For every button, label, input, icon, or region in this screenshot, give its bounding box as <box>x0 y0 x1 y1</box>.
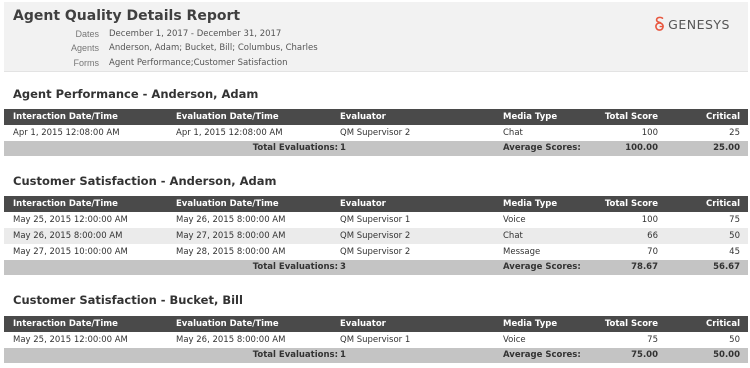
evaluation-datetime-cell: May 26, 2015 8:00:00 AM <box>176 335 286 345</box>
col-interaction-datetime[interactable]: Interaction Date/Time <box>13 316 118 332</box>
evaluator-cell: QM Supervisor 2 <box>340 247 411 257</box>
col-critical[interactable]: Critical <box>706 316 740 332</box>
interaction-datetime-cell: May 25, 2015 12:00:00 AM <box>13 215 128 225</box>
total-score-cell: 75 <box>647 335 658 345</box>
evaluations-table: Interaction Date/Time Evaluation Date/Ti… <box>4 316 748 363</box>
col-total-score[interactable]: Total Score <box>605 196 658 212</box>
critical-cell: 25 <box>729 128 740 138</box>
table-row: Apr 1, 2015 12:08:00 AM Apr 1, 2015 12:0… <box>4 125 748 141</box>
agents-value: Anderson, Adam; Bucket, Bill; Columbus, … <box>109 43 318 53</box>
total-evaluations-label: Total Evaluations: <box>252 143 338 153</box>
report-title: Agent Quality Details Report <box>13 8 241 24</box>
col-critical[interactable]: Critical <box>706 109 740 125</box>
table-footer: Total Evaluations: 3 Average Scores: 78.… <box>4 260 748 275</box>
average-total-score: 75.00 <box>631 350 658 360</box>
evaluation-datetime-cell: May 27, 2015 8:00:00 AM <box>176 231 286 241</box>
forms-label: Forms <box>73 58 100 68</box>
evaluator-cell: QM Supervisor 1 <box>340 335 411 345</box>
col-evaluator[interactable]: Evaluator <box>340 109 386 125</box>
total-score-cell: 70 <box>647 247 658 257</box>
total-evaluations-label: Total Evaluations: <box>252 262 338 272</box>
table-row: May 25, 2015 12:00:00 AM May 26, 2015 8:… <box>4 212 748 228</box>
table-footer: Total Evaluations: 1 Average Scores: 75.… <box>4 348 748 363</box>
media-type-cell: Chat <box>503 231 523 241</box>
table-row: May 27, 2015 10:00:00 AM May 28, 2015 8:… <box>4 244 748 260</box>
evaluator-cell: QM Supervisor 2 <box>340 231 411 241</box>
interaction-datetime-cell: May 26, 2015 8:00:00 AM <box>13 231 123 241</box>
average-critical: 50.00 <box>713 350 740 360</box>
average-total-score: 100.00 <box>625 143 658 153</box>
critical-cell: 75 <box>729 215 740 225</box>
evaluator-cell: QM Supervisor 2 <box>340 128 411 138</box>
media-type-cell: Chat <box>503 128 523 138</box>
col-evaluation-datetime[interactable]: Evaluation Date/Time <box>176 109 279 125</box>
evaluation-datetime-cell: May 26, 2015 8:00:00 AM <box>176 215 286 225</box>
genesys-logo: GENESYS <box>654 16 730 32</box>
section-title: Agent Performance - Anderson, Adam <box>13 87 259 101</box>
total-score-cell: 66 <box>647 231 658 241</box>
col-interaction-datetime[interactable]: Interaction Date/Time <box>13 109 118 125</box>
interaction-datetime-cell: May 27, 2015 10:00:00 AM <box>13 247 128 257</box>
total-evaluations-value: 1 <box>340 143 346 153</box>
media-type-cell: Voice <box>503 335 526 345</box>
interaction-datetime-cell: May 25, 2015 12:00:00 AM <box>13 335 128 345</box>
evaluation-datetime-cell: Apr 1, 2015 12:08:00 AM <box>176 128 283 138</box>
media-type-cell: Message <box>503 247 541 257</box>
average-critical: 25.00 <box>713 143 740 153</box>
critical-cell: 50 <box>729 231 740 241</box>
critical-cell: 50 <box>729 335 740 345</box>
genesys-logo-icon <box>655 16 665 31</box>
table-header: Interaction Date/Time Evaluation Date/Ti… <box>4 196 748 212</box>
critical-cell: 45 <box>729 247 740 257</box>
average-scores-label: Average Scores: <box>503 262 581 272</box>
col-evaluation-datetime[interactable]: Evaluation Date/Time <box>176 316 279 332</box>
genesys-logo-text: GENESYS <box>668 16 730 32</box>
table-row: May 25, 2015 12:00:00 AM May 26, 2015 8:… <box>4 332 748 348</box>
table-header: Interaction Date/Time Evaluation Date/Ti… <box>4 316 748 332</box>
col-total-score[interactable]: Total Score <box>605 316 658 332</box>
total-evaluations-value: 1 <box>340 350 346 360</box>
col-media-type[interactable]: Media Type <box>503 316 557 332</box>
col-total-score[interactable]: Total Score <box>605 109 658 125</box>
total-evaluations-value: 3 <box>340 262 346 272</box>
col-evaluator[interactable]: Evaluator <box>340 196 386 212</box>
col-interaction-datetime[interactable]: Interaction Date/Time <box>13 196 118 212</box>
media-type-cell: Voice <box>503 215 526 225</box>
average-scores-label: Average Scores: <box>503 350 581 360</box>
total-score-cell: 100 <box>641 215 658 225</box>
forms-value: Agent Performance;Customer Satisfaction <box>109 58 288 68</box>
evaluation-datetime-cell: May 28, 2015 8:00:00 AM <box>176 247 286 257</box>
section-title: Customer Satisfaction - Bucket, Bill <box>13 293 243 307</box>
col-evaluator[interactable]: Evaluator <box>340 316 386 332</box>
evaluator-cell: QM Supervisor 1 <box>340 215 411 225</box>
col-media-type[interactable]: Media Type <box>503 109 557 125</box>
average-total-score: 78.67 <box>631 262 658 272</box>
section-title: Customer Satisfaction - Anderson, Adam <box>13 174 277 188</box>
average-scores-label: Average Scores: <box>503 143 581 153</box>
table-row: May 26, 2015 8:00:00 AM May 27, 2015 8:0… <box>4 228 748 244</box>
evaluations-table: Interaction Date/Time Evaluation Date/Ti… <box>4 109 748 156</box>
table-header: Interaction Date/Time Evaluation Date/Ti… <box>4 109 748 125</box>
col-critical[interactable]: Critical <box>706 196 740 212</box>
total-score-cell: 100 <box>641 128 658 138</box>
average-critical: 56.67 <box>713 262 740 272</box>
dates-label: Dates <box>75 29 99 39</box>
report-header: Agent Quality Details Report Dates Decem… <box>4 2 748 72</box>
evaluations-table: Interaction Date/Time Evaluation Date/Ti… <box>4 196 748 275</box>
col-media-type[interactable]: Media Type <box>503 196 557 212</box>
interaction-datetime-cell: Apr 1, 2015 12:08:00 AM <box>13 128 120 138</box>
table-footer: Total Evaluations: 1 Average Scores: 100… <box>4 141 748 156</box>
dates-value: December 1, 2017 - December 31, 2017 <box>109 29 282 39</box>
agents-label: Agents <box>70 43 99 53</box>
col-evaluation-datetime[interactable]: Evaluation Date/Time <box>176 196 279 212</box>
total-evaluations-label: Total Evaluations: <box>252 350 338 360</box>
